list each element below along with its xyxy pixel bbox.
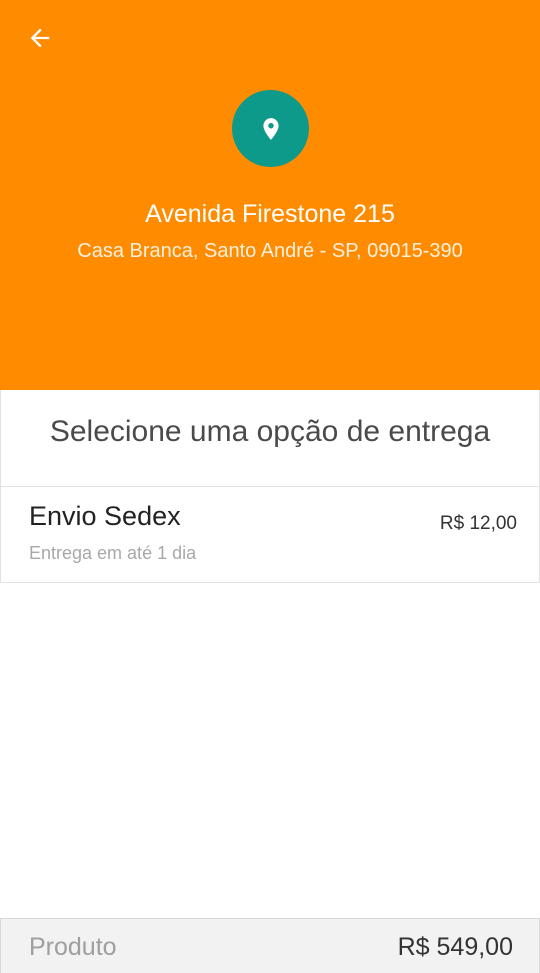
- address-details: Casa Branca, Santo André - SP, 09015-390: [77, 240, 463, 262]
- product-label: Produto: [29, 933, 117, 961]
- delivery-option-description: Entrega em até 1 dia: [29, 543, 197, 563]
- back-button[interactable]: [22, 20, 58, 56]
- summary-footer: Produto R$ 549,00: [0, 918, 540, 973]
- delivery-option-name: Envio Sedex: [29, 501, 181, 531]
- map-pin-icon: [262, 117, 279, 140]
- address-header: Avenida Firestone 215 Casa Branca, Santo…: [0, 0, 540, 390]
- arrow-left-icon: [30, 28, 50, 48]
- delivery-option-price: R$ 12,00: [439, 513, 517, 534]
- location-badge: [232, 90, 309, 167]
- address-street: Avenida Firestone 215: [145, 200, 395, 228]
- delivery-options-section: Selecione uma opção de entrega Envio Sed…: [0, 390, 540, 583]
- delivery-section-title: Selecione uma opção de entrega: [49, 415, 491, 448]
- delivery-option-sedex[interactable]: Envio Sedex Entrega em até 1 dia R$ 12,0…: [1, 487, 539, 582]
- product-price: R$ 549,00: [397, 933, 513, 961]
